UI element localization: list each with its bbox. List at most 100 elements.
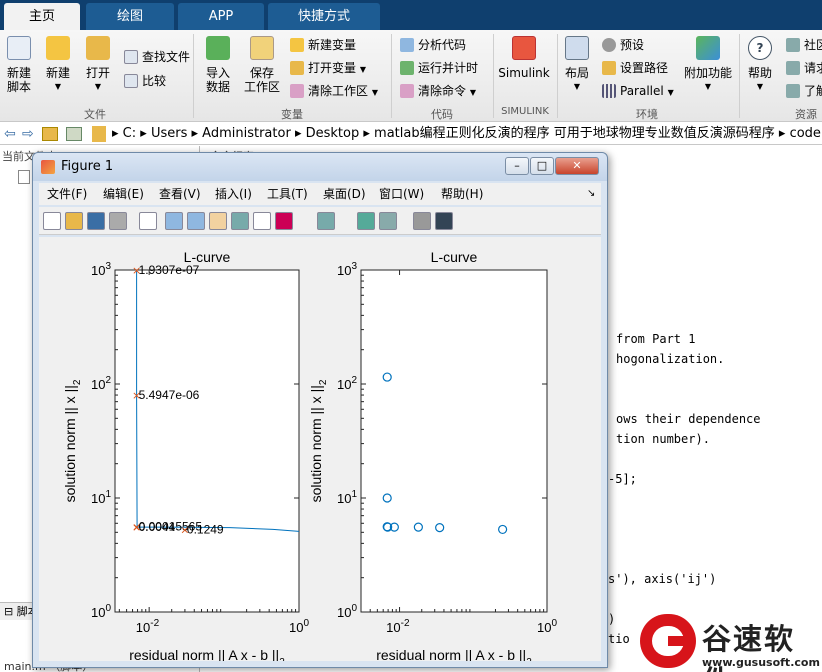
simulink-button[interactable]: Simulink (498, 32, 550, 80)
set-path-icon (602, 61, 616, 75)
set-path-button[interactable]: 设置路径 (602, 59, 668, 77)
colorbar-icon[interactable] (357, 212, 375, 230)
collapse-icon: ⊟ (4, 605, 17, 618)
tab-shortcuts[interactable]: 快捷方式 (268, 3, 380, 30)
help-button[interactable]: ? 帮助 ▼ (744, 32, 776, 94)
menu-help[interactable]: 帮助(H) (441, 183, 483, 205)
open-variable-button[interactable]: 打开变量 ▼ (290, 59, 366, 77)
find-files-icon (124, 50, 138, 64)
group-label-environment: 环境 (636, 108, 658, 121)
y-tick-label: 103 (337, 261, 357, 278)
run-and-time-button[interactable]: 运行并计时 (400, 59, 478, 77)
figure-title-bar[interactable]: Figure 1 – □ ✕ (33, 153, 607, 181)
browse-folder-icon[interactable] (66, 127, 82, 141)
import-data-button[interactable]: 导入 数据 (200, 32, 236, 94)
save-icon[interactable] (87, 212, 105, 230)
axes-box (114, 269, 300, 613)
folder-icon (86, 36, 110, 60)
path-separator: ▸ (778, 126, 790, 141)
analyze-code-button[interactable]: 分析代码 (400, 36, 466, 54)
open-button[interactable]: 打开 ▼ (80, 32, 116, 94)
new-script-button[interactable]: 新建 脚本 (2, 32, 36, 94)
zoom-out-icon[interactable] (187, 212, 205, 230)
tab-plots[interactable]: 绘图 (86, 3, 174, 30)
plot-area: 100 101 102 103 10-2 100 L-curve residual norm … (39, 237, 601, 668)
pan-icon[interactable] (209, 212, 227, 230)
breadcrumb-administrator[interactable]: Administrator (202, 126, 291, 141)
figure-window[interactable]: Figure 1 – □ ✕ 文件(F) 编辑(E) 查看(V) 插入(I) 工… (32, 152, 608, 668)
y-tick-label: 100 (91, 603, 111, 620)
separator (739, 34, 740, 118)
parallel-button[interactable]: Parallel ▼ (602, 82, 674, 100)
plots-svg: 100 101 102 103 10-2 100 L-curve residual norm … (62, 249, 557, 668)
menu-window[interactable]: 窗口(W) (379, 183, 424, 205)
print-icon[interactable] (109, 212, 127, 230)
forward-arrow-icon[interactable]: ⇨ (22, 123, 34, 145)
maximize-button[interactable]: □ (530, 157, 554, 175)
link-icon[interactable] (317, 212, 335, 230)
tab-apps[interactable]: APP (178, 3, 264, 30)
point-annotation: 5.4947e-06 (139, 388, 200, 402)
menu-tools[interactable]: 工具(T) (267, 183, 308, 205)
up-folder-icon[interactable] (42, 127, 58, 141)
community-button[interactable]: 社区 (786, 36, 822, 54)
run-time-icon (400, 61, 414, 75)
close-button[interactable]: ✕ (555, 157, 599, 175)
figure-title: Figure 1 (61, 159, 114, 174)
new-button[interactable]: 新建 ▼ (40, 32, 76, 94)
x-tick-label: 100 (537, 618, 557, 635)
layout-button[interactable]: 布局 ▼ (562, 32, 592, 94)
clear-workspace-button[interactable]: 清除工作区 ▼ (290, 82, 378, 100)
add-ons-button[interactable]: 附加功能 ▼ (684, 32, 732, 94)
path-separator: ▸ (140, 126, 151, 141)
open-variable-icon (290, 61, 304, 75)
breadcrumb-users[interactable]: Users (151, 126, 187, 141)
y-tick-label: 102 (91, 375, 111, 392)
dock-arrow-icon[interactable]: ↘ (587, 183, 595, 205)
rotate-icon[interactable] (231, 212, 249, 230)
new-figure-icon[interactable] (43, 212, 61, 230)
open-icon[interactable] (65, 212, 83, 230)
breadcrumb-project[interactable]: matlab编程正则化反演的程序 可用于地球物理专业数值反演源码程序 (374, 126, 775, 141)
hide-tools-icon[interactable] (413, 212, 431, 230)
brush-icon[interactable] (275, 212, 293, 230)
request-support-button[interactable]: 请求 (786, 59, 822, 77)
breadcrumb-code[interactable]: code (790, 126, 821, 141)
parallel-icon (602, 84, 616, 98)
menu-desktop[interactable]: 桌面(D) (323, 183, 366, 205)
gusu-logo-icon (640, 614, 696, 668)
simulink-icon (512, 36, 536, 60)
preferences-button[interactable]: 预设 (602, 36, 644, 54)
group-label-variable: 变量 (281, 108, 303, 121)
tab-home[interactable]: 主页 (4, 3, 80, 30)
breadcrumb-drive[interactable]: C: (123, 126, 136, 141)
data-cursor-icon[interactable] (253, 212, 271, 230)
command-line: s'), axis('ij') (608, 572, 717, 586)
show-tools-icon[interactable] (435, 212, 453, 230)
breadcrumb-desktop[interactable]: Desktop (306, 126, 360, 141)
command-window[interactable]: 命令行窗口 from Part 1 hogonalization. ows th… (210, 146, 822, 672)
point-annotation: 0.1249 (187, 522, 224, 536)
menu-file[interactable]: 文件(F) (47, 183, 87, 205)
pointer-icon[interactable] (139, 212, 157, 230)
x-axis-label: residual norm || A x - b ||2 (376, 647, 532, 661)
save-workspace-button[interactable]: 保存 工作区 (242, 32, 282, 94)
zoom-in-icon[interactable] (165, 212, 183, 230)
path-separator: ▸ (112, 126, 123, 141)
legend-icon[interactable] (379, 212, 397, 230)
figure-toolbar (39, 207, 601, 235)
new-variable-button[interactable]: 新建变量 (290, 36, 356, 54)
learn-button[interactable]: 了解 (786, 82, 822, 100)
menu-insert[interactable]: 插入(I) (215, 183, 252, 205)
chevron-down-icon: ▼ (704, 82, 712, 91)
clear-commands-button[interactable]: 清除命令 ▼ (400, 82, 476, 100)
figure-menu-bar: 文件(F) 编辑(E) 查看(V) 插入(I) 工具(T) 桌面(D) 窗口(W… (39, 183, 601, 205)
back-arrow-icon[interactable]: ⇦ (4, 123, 16, 145)
find-files-button[interactable]: 查找文件 (124, 48, 190, 66)
menu-edit[interactable]: 编辑(E) (103, 183, 144, 205)
y-tick-label: 103 (91, 261, 111, 278)
command-line: -5]; (608, 472, 637, 486)
minimize-button[interactable]: – (505, 157, 529, 175)
compare-button[interactable]: 比较 (124, 72, 166, 90)
menu-view[interactable]: 查看(V) (159, 183, 201, 205)
